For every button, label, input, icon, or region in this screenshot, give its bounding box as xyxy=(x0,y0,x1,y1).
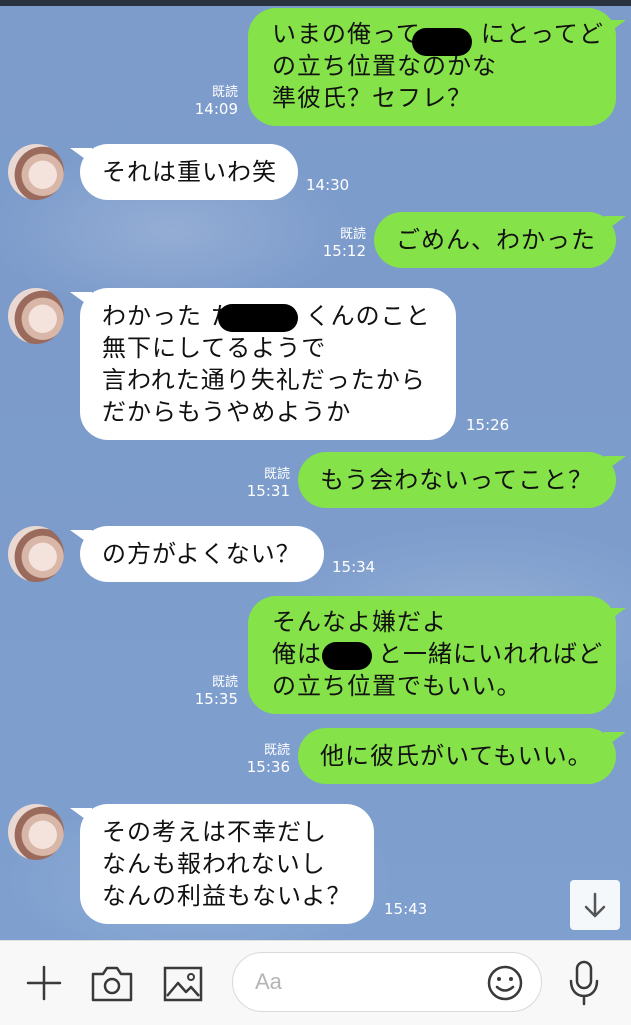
message-line: ごめん、わかった xyxy=(396,226,596,254)
message-line: それは重いわ笑 xyxy=(102,158,277,186)
redaction-mark xyxy=(218,304,298,332)
timestamp: 15:26 xyxy=(466,416,510,434)
plus-icon[interactable] xyxy=(24,963,64,1003)
timestamp: 15:31 xyxy=(246,482,290,500)
message-meta: 既読 15:35 xyxy=(192,674,238,708)
avatar[interactable] xyxy=(8,804,64,860)
arrow-down-icon xyxy=(584,892,606,918)
redaction-mark xyxy=(322,642,372,670)
timestamp: 14:09 xyxy=(194,100,238,118)
their-message-bubble[interactable]: その考えは不幸だし なんも報われないし なんの利益もないよ？ xyxy=(80,804,374,924)
emoji-icon[interactable] xyxy=(485,963,525,1003)
message-meta: 既読 15:36 xyxy=(244,742,290,776)
message-line: 無下にしてるようで xyxy=(102,334,327,362)
avatar[interactable] xyxy=(8,144,64,200)
message-meta: 既読 15:12 xyxy=(320,226,366,260)
message-line: の立ち位置でもいい。 xyxy=(272,672,522,700)
timestamp: 15:43 xyxy=(384,900,428,918)
message-input[interactable]: Aa xyxy=(232,952,542,1012)
status-bar xyxy=(0,0,631,6)
message-line: そんなよ嫌だよ xyxy=(272,608,447,636)
message-line: なんも報われないし xyxy=(102,850,326,878)
my-message-bubble[interactable]: いまの俺って にとってど の立ち位置なのかな 準彼氏？セフレ？ xyxy=(248,8,616,126)
message-line: 準彼氏？セフレ？ xyxy=(272,84,472,112)
message-line: 言われた通り失礼だったから xyxy=(102,366,426,394)
image-icon[interactable] xyxy=(162,965,204,1003)
input-placeholder: Aa xyxy=(255,969,282,994)
read-receipt: 既読 xyxy=(211,675,238,690)
timestamp: 15:36 xyxy=(246,758,290,776)
their-message-bubble[interactable]: の方がよくない？ xyxy=(80,526,324,582)
read-receipt: 既読 xyxy=(339,227,366,242)
read-receipt: 既読 xyxy=(211,85,238,100)
read-receipt: 既読 xyxy=(263,743,290,758)
my-message-bubble[interactable]: ごめん、わかった xyxy=(374,212,616,268)
chat-area[interactable]: 既読 14:09 いまの俺って にとってど の立ち位置なのかな 準彼氏？セフレ？ … xyxy=(0,0,631,940)
their-message-bubble[interactable]: それは重いわ笑 xyxy=(80,144,298,200)
message-line: その考えは不幸だし xyxy=(102,818,327,846)
message-line: の方がよくない？ xyxy=(102,540,301,568)
redaction-mark xyxy=(412,28,472,56)
read-receipt: 既読 xyxy=(263,467,290,482)
message-meta: 既読 15:31 xyxy=(244,466,290,500)
message-line: なんの利益もないよ？ xyxy=(102,882,352,910)
avatar[interactable] xyxy=(8,288,64,344)
their-message-bubble[interactable]: わかった たくんのこと 無下にしてるようで 言われた通り失礼だったから だからも… xyxy=(80,288,456,440)
timestamp: 15:35 xyxy=(194,690,238,708)
message-line: だからもうやめようか xyxy=(102,398,352,426)
camera-icon[interactable] xyxy=(90,965,134,1003)
my-message-bubble[interactable]: もう会わないってこと？ xyxy=(298,452,616,508)
timestamp: 15:34 xyxy=(332,558,376,576)
timestamp: 15:12 xyxy=(322,242,366,260)
message-line: もう会わないってこと？ xyxy=(320,466,594,494)
my-message-bubble[interactable]: 他に彼氏がいてもいい。 xyxy=(298,728,616,784)
timestamp: 14:30 xyxy=(306,176,350,194)
message-line: 他に彼氏がいてもいい。 xyxy=(320,742,593,770)
scroll-to-bottom-button[interactable] xyxy=(570,880,620,930)
my-message-bubble[interactable]: そんなよ嫌だよ 俺は と一緒にいれればど の立ち位置でもいい。 xyxy=(248,596,616,714)
avatar[interactable] xyxy=(8,526,64,582)
message-meta: 既読 14:09 xyxy=(192,84,238,118)
microphone-icon[interactable] xyxy=(566,959,602,1007)
